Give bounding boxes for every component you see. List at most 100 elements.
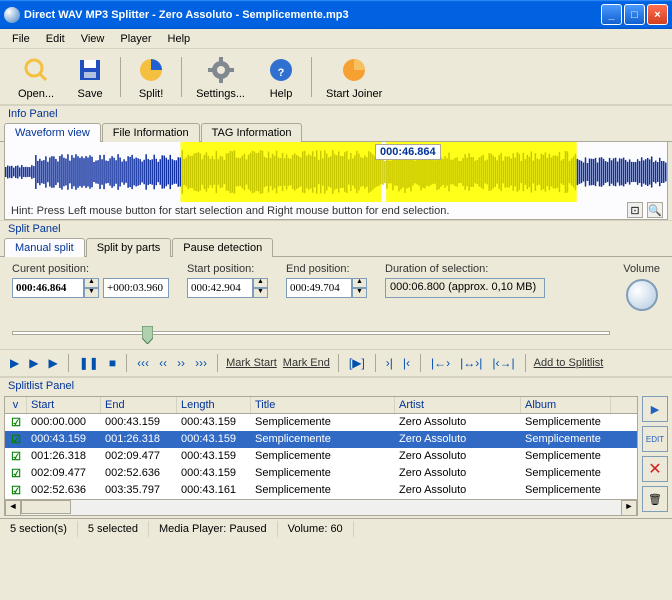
tab-manual-split[interactable]: Manual split — [4, 238, 85, 257]
splitlist-panel-label: Splitlist Panel — [0, 377, 672, 394]
gear-icon — [205, 54, 237, 86]
current-delta-input[interactable] — [103, 278, 169, 298]
titlebar: Direct WAV MP3 Splitter - Zero Assoluto … — [0, 0, 672, 29]
close-button[interactable]: × — [647, 4, 668, 25]
mark-end-button[interactable]: Mark End — [283, 357, 330, 369]
tab-split-by-parts[interactable]: Split by parts — [86, 238, 172, 257]
col-album[interactable]: Album — [521, 397, 611, 413]
spin-down-icon[interactable]: ▼ — [253, 288, 268, 298]
splitlist-table: v Start End Length Title Artist Album ☑ … — [4, 396, 638, 516]
volume-label: Volume — [623, 263, 660, 275]
svg-text:?: ? — [278, 67, 285, 79]
clear-list-button[interactable]: 🗑 — [642, 486, 668, 512]
end-position-label: End position: — [286, 263, 367, 275]
scroll-right-icon[interactable]: ► — [621, 500, 637, 516]
edit-item-button[interactable]: EDIT — [642, 426, 668, 452]
start-position-label: Start position: — [187, 263, 268, 275]
window-title: Direct WAV MP3 Splitter - Zero Assoluto … — [24, 9, 601, 21]
col-start[interactable]: Start — [27, 397, 101, 413]
col-end[interactable]: End — [101, 397, 177, 413]
menu-view[interactable]: View — [73, 31, 113, 47]
end-position-input[interactable] — [286, 278, 352, 298]
waveform-view[interactable]: 000:46.864 Hint: Press Left mouse button… — [4, 142, 668, 220]
trash-icon: 🗑 — [648, 493, 662, 506]
table-row[interactable]: ☑ 002:52.636003:35.797000:43.161 Semplic… — [5, 482, 637, 499]
settings-button[interactable]: Settings... — [186, 52, 255, 102]
horizontal-scrollbar[interactable]: ◄ ► — [5, 499, 637, 515]
checkbox-icon[interactable]: ☑ — [11, 468, 21, 480]
zoom-in-icon[interactable]: 🔍 — [647, 202, 663, 218]
status-selected: 5 selected — [78, 521, 149, 537]
rewind-fast-icon[interactable]: ‹‹‹ — [135, 355, 151, 371]
pause-icon[interactable]: ❚❚ — [77, 355, 101, 371]
table-row[interactable]: ☑ 000:00.000000:43.159000:43.159 Semplic… — [5, 414, 637, 431]
split-button[interactable]: Split! — [125, 52, 177, 102]
minimize-button[interactable]: _ — [601, 4, 622, 25]
col-artist[interactable]: Artist — [395, 397, 521, 413]
delete-item-button[interactable]: ✕ — [642, 456, 668, 482]
checkbox-icon[interactable]: ☑ — [11, 417, 21, 429]
play-icon: ▶ — [651, 403, 659, 416]
col-check[interactable]: v — [5, 397, 27, 413]
volume-knob[interactable] — [626, 279, 658, 311]
jump-prev-icon[interactable]: ›| — [384, 355, 395, 371]
spin-down-icon[interactable]: ▼ — [84, 288, 99, 298]
table-row[interactable]: ☑ 000:43.159001:26.318000:43.159 Semplic… — [5, 431, 637, 448]
stop-icon[interactable]: ■ — [107, 355, 118, 371]
help-icon: ? — [265, 54, 297, 86]
info-panel-label: Info Panel — [0, 105, 672, 122]
add-to-splitlist-button[interactable]: Add to Splitlist — [534, 357, 604, 369]
zoom-fit-icon[interactable]: ⊡ — [627, 202, 643, 218]
menu-player[interactable]: Player — [112, 31, 159, 47]
menu-file[interactable]: File — [4, 31, 38, 47]
start-position-input[interactable] — [187, 278, 253, 298]
current-position-input[interactable] — [12, 278, 84, 298]
position-slider[interactable] — [12, 323, 660, 343]
forward-fast-icon[interactable]: ››› — [193, 355, 209, 371]
forward-icon[interactable]: ›› — [175, 355, 187, 371]
snap-right-icon[interactable]: |‹→| — [490, 355, 516, 371]
slider-thumb-icon[interactable] — [142, 326, 153, 344]
tab-pause-detection[interactable]: Pause detection — [172, 238, 273, 257]
tab-file-info[interactable]: File Information — [102, 123, 200, 142]
current-position-label: Curent position: — [12, 263, 169, 275]
mark-start-button[interactable]: Mark Start — [226, 357, 277, 369]
split-tabs: Manual split Split by parts Pause detect… — [0, 237, 672, 257]
menu-edit[interactable]: Edit — [38, 31, 73, 47]
play-item-button[interactable]: ▶ — [642, 396, 668, 422]
col-length[interactable]: Length — [177, 397, 251, 413]
open-button[interactable]: Open... — [8, 52, 64, 102]
rewind-icon[interactable]: ‹‹ — [157, 355, 169, 371]
save-button[interactable]: Save — [64, 52, 116, 102]
checkbox-icon[interactable]: ☑ — [11, 434, 21, 446]
table-row[interactable]: ☑ 002:09.477002:52.636000:43.159 Semplic… — [5, 465, 637, 482]
snap-center-icon[interactable]: |↔›| — [458, 355, 484, 371]
start-joiner-button[interactable]: Start Joiner — [316, 52, 392, 102]
spin-up-icon[interactable]: ▲ — [84, 278, 99, 288]
snap-left-icon[interactable]: |←› — [429, 355, 452, 371]
scroll-left-icon[interactable]: ◄ — [5, 500, 21, 516]
col-title[interactable]: Title — [251, 397, 395, 413]
tab-waveform[interactable]: Waveform view — [4, 123, 101, 142]
jump-next-icon[interactable]: |‹ — [401, 355, 412, 371]
menu-help[interactable]: Help — [160, 31, 199, 47]
split-panel-label: Split Panel — [0, 220, 672, 237]
status-sections: 5 section(s) — [0, 521, 78, 537]
checkbox-icon[interactable]: ☑ — [11, 485, 21, 497]
play-start-icon[interactable]: ▶ — [27, 355, 40, 371]
joiner-icon — [338, 54, 370, 86]
play-end-icon[interactable]: ▶ — [46, 355, 59, 371]
spin-down-icon[interactable]: ▼ — [352, 288, 367, 298]
hint-text: Hint: Press Left mouse button for start … — [5, 203, 455, 219]
spin-up-icon[interactable]: ▲ — [253, 278, 268, 288]
help-button[interactable]: ? Help — [255, 52, 307, 102]
spin-up-icon[interactable]: ▲ — [352, 278, 367, 288]
table-row[interactable]: ☑ 001:26.318002:09.477000:43.159 Semplic… — [5, 448, 637, 465]
goto-start-icon[interactable]: [▶] — [347, 355, 367, 371]
tab-tag-info[interactable]: TAG Information — [201, 123, 303, 142]
split-panel-content: Curent position: ▲▼ Start position: ▲▼ E… — [0, 257, 672, 317]
play-icon[interactable]: ▶ — [8, 355, 21, 371]
maximize-button[interactable]: □ — [624, 4, 645, 25]
delete-icon: ✕ — [648, 459, 661, 479]
checkbox-icon[interactable]: ☑ — [11, 451, 21, 463]
